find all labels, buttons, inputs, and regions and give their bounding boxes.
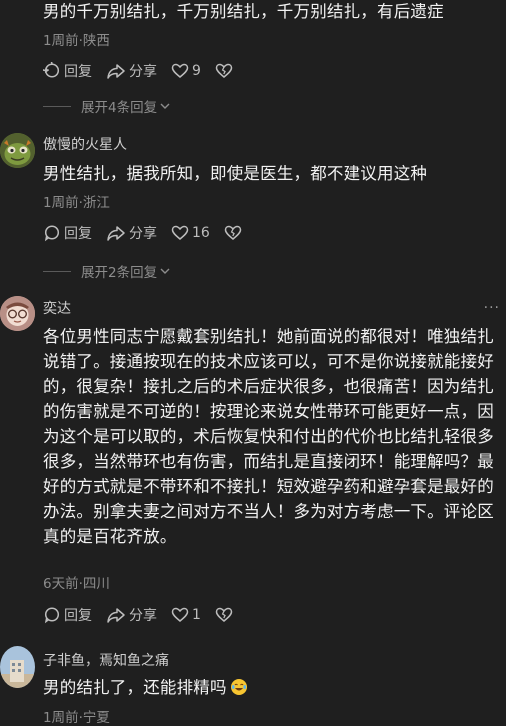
reply-icon (44, 225, 60, 242)
comment-meta: 6天前·四川 (43, 576, 110, 592)
share-button[interactable]: 分享 (106, 605, 157, 625)
share-button[interactable]: 分享 (106, 223, 157, 243)
divider-line (43, 270, 71, 272)
comment-text: 各位男性同志宁愿戴套别结扎！她前面说的都很对！唯独结扎说错了。接通按现在的技术应… (43, 327, 494, 546)
divider-line (43, 105, 71, 107)
like-count: 1 (192, 607, 201, 623)
comment-actions: 回复 分享 1 (43, 605, 250, 625)
share-label: 分享 (129, 64, 157, 80)
expand-label: 展开4条回复 (81, 100, 158, 116)
reply-icon (44, 607, 60, 624)
expand-replies[interactable]: 展开2条回复 (43, 261, 171, 281)
comment-username[interactable]: 子非鱼，焉知鱼之痛 (43, 650, 169, 670)
comment-text-body: 男的结扎了，还能排精吗 (43, 678, 227, 697)
comment-meta: 1周前·浙江 (43, 195, 110, 211)
laughing-tears-emoji-icon (230, 679, 247, 695)
share-icon (107, 608, 125, 623)
heart-icon (171, 225, 189, 240)
expand-replies[interactable]: 展开4条回复 (43, 96, 171, 116)
share-label: 分享 (129, 226, 157, 242)
comment-username[interactable]: 奕达 (43, 298, 71, 318)
comment-meta: 1周前·宁夏 (43, 710, 110, 726)
heart-icon (171, 63, 189, 78)
avatar[interactable] (0, 133, 35, 168)
like-button[interactable]: 9 (171, 62, 201, 80)
reply-button[interactable]: 回复 (43, 605, 92, 625)
broken-heart-icon (215, 63, 233, 78)
broken-heart-icon (224, 225, 242, 240)
reply-label: 回复 (64, 226, 92, 242)
dislike-button[interactable] (215, 606, 236, 624)
reply-label: 回复 (64, 608, 92, 624)
comment-meta: 1周前·陕西 (43, 33, 110, 49)
comment-actions: 回复 分享 16 (43, 223, 259, 243)
comment-text: 男性结扎，据我所知，即使是医生，都不建议用这种 (43, 164, 428, 183)
reply-button[interactable]: 回复 (43, 61, 92, 81)
share-icon (107, 226, 125, 241)
comment-actions: 回复 分享 9 (43, 61, 250, 81)
share-icon (107, 64, 125, 79)
like-button[interactable]: 1 (171, 606, 201, 624)
chevron-down-icon (160, 268, 170, 274)
share-label: 分享 (129, 608, 157, 624)
comment-text: 男的千万别结扎，千万别结扎，千万别结扎，有后遗症 (43, 2, 444, 21)
avatar[interactable] (0, 646, 35, 688)
reply-icon (43, 62, 60, 78)
cartoon-avatar-icon (0, 296, 35, 331)
like-button[interactable]: 16 (171, 224, 210, 242)
more-options-button[interactable]: ··· (484, 300, 500, 316)
heart-icon (171, 607, 189, 622)
cartoon-alien-avatar-icon (0, 133, 35, 168)
like-count: 9 (192, 63, 201, 79)
share-button[interactable]: 分享 (106, 61, 157, 81)
reply-label: 回复 (64, 64, 92, 80)
dislike-button[interactable] (215, 62, 236, 80)
like-count: 16 (192, 225, 210, 241)
reply-button[interactable]: 回复 (43, 223, 92, 243)
broken-heart-icon (215, 607, 233, 622)
expand-label: 展开2条回复 (81, 265, 158, 281)
comment-username[interactable]: 傲慢的火星人 (43, 134, 127, 154)
dislike-button[interactable] (224, 224, 245, 242)
building-photo-avatar-icon (0, 646, 35, 688)
avatar[interactable] (0, 296, 35, 331)
comment-text: 男的结扎了，还能排精吗 (43, 675, 495, 700)
chevron-down-icon (160, 103, 170, 109)
